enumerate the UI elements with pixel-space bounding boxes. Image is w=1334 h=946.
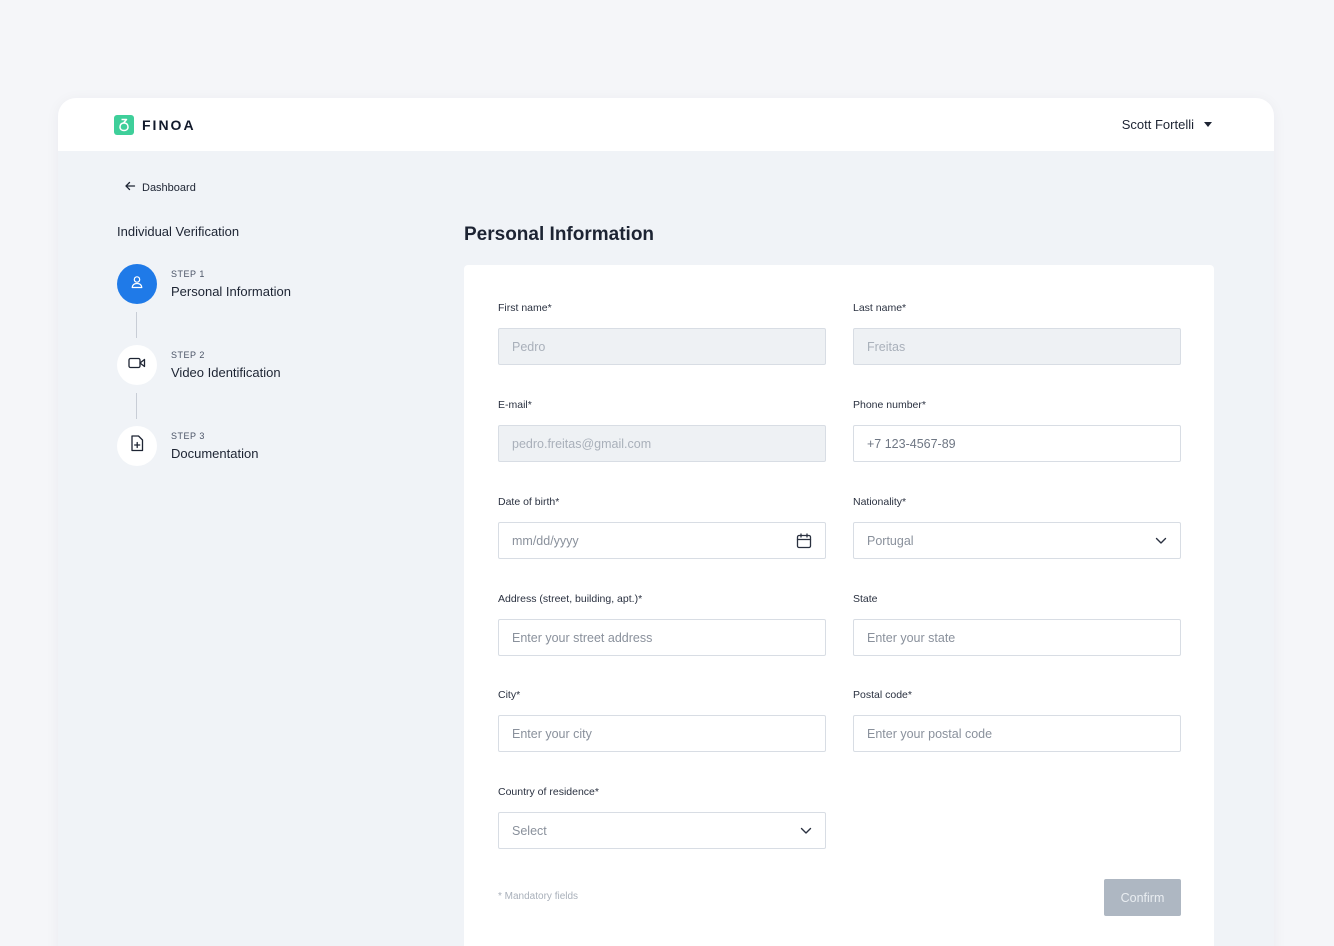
- nationality-label: Nationality*: [853, 496, 907, 508]
- city-label: City*: [498, 689, 521, 701]
- first-name-label: First name*: [498, 302, 552, 314]
- finoa-logo-icon: [114, 115, 134, 135]
- video-camera-icon: [128, 356, 146, 375]
- last-name-label: Last name*: [853, 302, 907, 314]
- country-value: Select: [512, 823, 547, 838]
- calendar-icon[interactable]: [796, 533, 812, 549]
- step-connector: [136, 393, 137, 419]
- document-add-icon: [130, 435, 144, 457]
- nationality-select[interactable]: Portugal: [853, 522, 1181, 559]
- last-name-group: Last name* Freitas: [853, 302, 1181, 365]
- email-field[interactable]: pedro.freitas@gmail.com: [498, 425, 826, 462]
- country-group: Country of residence* Select: [498, 786, 826, 849]
- brand-name: FINOA: [142, 117, 196, 133]
- state-label: State: [853, 593, 878, 605]
- first-name-field[interactable]: Pedro: [498, 328, 826, 365]
- step-2-circle: [117, 345, 157, 385]
- dob-group: Date of birth* mm/dd/yyyy: [498, 496, 826, 559]
- step-number: STEP 3: [171, 431, 205, 441]
- postal-code-group: Postal code* Enter your postal code: [853, 689, 1181, 752]
- personal-information-form: First name* Pedro Last name* Freitas E-m…: [464, 265, 1214, 946]
- step-number: STEP 1: [171, 269, 205, 279]
- step-label: Documentation: [171, 446, 259, 461]
- step-1-circle: [117, 264, 157, 304]
- postal-code-label: Postal code*: [853, 689, 912, 701]
- dob-placeholder: mm/dd/yyyy: [512, 533, 579, 548]
- user-icon: [129, 274, 145, 295]
- phone-group: Phone number* +7 123-4567-89: [853, 399, 1181, 462]
- app-window: FINOA Scott Fortelli Dashboard Individua…: [58, 98, 1274, 946]
- address-label: Address (street, building, apt.)*: [498, 593, 643, 605]
- step-3-circle: [117, 426, 157, 466]
- arrow-left-icon: [124, 179, 136, 197]
- caret-down-icon: [1204, 122, 1212, 127]
- phone-label: Phone number*: [853, 399, 926, 411]
- email-group: E-mail* pedro.freitas@gmail.com: [498, 399, 826, 462]
- first-name-group: First name* Pedro: [498, 302, 826, 365]
- page-title: Personal Information: [464, 224, 655, 245]
- state-input[interactable]: Enter your state: [853, 619, 1181, 656]
- state-group: State Enter your state: [853, 593, 1181, 656]
- email-label: E-mail*: [498, 399, 532, 411]
- sidebar-title: Individual Verification: [117, 224, 240, 239]
- country-label: Country of residence*: [498, 786, 599, 798]
- country-of-residence-select[interactable]: Select: [498, 812, 826, 849]
- logo[interactable]: FINOA: [114, 115, 196, 135]
- last-name-field[interactable]: Freitas: [853, 328, 1181, 365]
- postal-code-input[interactable]: Enter your postal code: [853, 715, 1181, 752]
- dob-label: Date of birth*: [498, 496, 560, 508]
- step-connector: [136, 312, 137, 338]
- step-video-identification[interactable]: STEP 2 Video Identification: [117, 345, 281, 385]
- user-name: Scott Fortelli: [1121, 117, 1194, 132]
- city-group: City* Enter your city: [498, 689, 826, 752]
- back-link-label: Dashboard: [142, 182, 196, 194]
- step-number: STEP 2: [171, 350, 205, 360]
- address-group: Address (street, building, apt.)* Enter …: [498, 593, 826, 656]
- chevron-down-icon: [1155, 537, 1167, 545]
- phone-field[interactable]: +7 123-4567-89: [853, 425, 1181, 462]
- confirm-button[interactable]: Confirm: [1104, 879, 1181, 916]
- chevron-down-icon: [800, 827, 812, 835]
- date-of-birth-field[interactable]: mm/dd/yyyy: [498, 522, 826, 559]
- step-label: Personal Information: [171, 284, 291, 299]
- step-personal-information[interactable]: STEP 1 Personal Information: [117, 264, 291, 304]
- street-address-input[interactable]: Enter your street address: [498, 619, 826, 656]
- nationality-group: Nationality* Portugal: [853, 496, 1181, 559]
- user-menu[interactable]: Scott Fortelli: [1122, 117, 1212, 132]
- back-to-dashboard-link[interactable]: Dashboard: [124, 179, 196, 197]
- step-label: Video Identification: [171, 365, 281, 380]
- mandatory-fields-note: * Mandatory fields: [498, 891, 579, 902]
- step-documentation[interactable]: STEP 3 Documentation: [117, 426, 258, 466]
- nationality-value: Portugal: [867, 533, 914, 548]
- city-input[interactable]: Enter your city: [498, 715, 826, 752]
- top-bar: FINOA Scott Fortelli: [58, 98, 1274, 151]
